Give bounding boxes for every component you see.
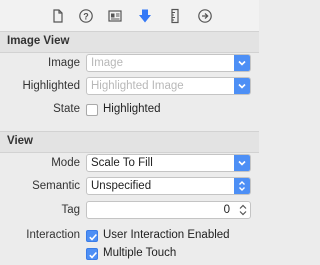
size-icon[interactable]: [167, 8, 183, 24]
tag-label: Tag: [61, 204, 80, 216]
highlighted-image-combobox[interactable]: Highlighted Image: [86, 77, 251, 95]
chevron-down-icon[interactable]: [234, 78, 250, 94]
interaction-label: Interaction: [26, 229, 80, 241]
semantic-value: Unspecified: [91, 180, 152, 192]
highlighted-checkbox[interactable]: [86, 104, 98, 116]
user-interaction-label[interactable]: User Interaction Enabled: [103, 229, 230, 241]
highlighted-placeholder: Highlighted Image: [91, 80, 184, 92]
up-down-chevron-icon[interactable]: [234, 178, 250, 194]
semantic-popup[interactable]: Unspecified: [86, 177, 251, 195]
image-combobox[interactable]: Image: [86, 54, 251, 72]
section-title: View: [7, 135, 33, 147]
multiple-touch-checkbox[interactable]: [86, 248, 98, 260]
mode-label: Mode: [51, 157, 80, 169]
file-icon[interactable]: [50, 8, 66, 24]
tag-value: 0: [223, 204, 230, 216]
semantic-label: Semantic: [32, 180, 80, 192]
mode-popup[interactable]: Scale To Fill: [86, 154, 251, 172]
tag-field[interactable]: 0: [86, 201, 251, 219]
highlighted-checkbox-label[interactable]: Highlighted: [103, 103, 161, 115]
state-label: State: [53, 103, 80, 115]
view-section-header[interactable]: View: [0, 131, 259, 153]
inspector-toolbar: ?: [0, 0, 259, 32]
connections-icon[interactable]: [197, 8, 213, 24]
image-view-section-header[interactable]: Image View: [0, 31, 259, 53]
attributes-icon[interactable]: [137, 8, 153, 24]
mode-value: Scale To Fill: [91, 157, 153, 169]
user-interaction-checkbox[interactable]: [86, 230, 98, 242]
highlighted-label: Highlighted: [22, 80, 80, 92]
chevron-down-icon[interactable]: [234, 155, 250, 171]
chevron-down-icon[interactable]: [234, 55, 250, 71]
identity-icon[interactable]: [107, 8, 123, 24]
section-title: Image View: [7, 35, 70, 47]
image-label: Image: [48, 57, 80, 69]
svg-text:?: ?: [83, 12, 89, 22]
help-icon[interactable]: ?: [78, 8, 94, 24]
stepper-icon[interactable]: [237, 203, 249, 217]
multiple-touch-label[interactable]: Multiple Touch: [103, 247, 176, 259]
image-placeholder: Image: [91, 57, 123, 69]
